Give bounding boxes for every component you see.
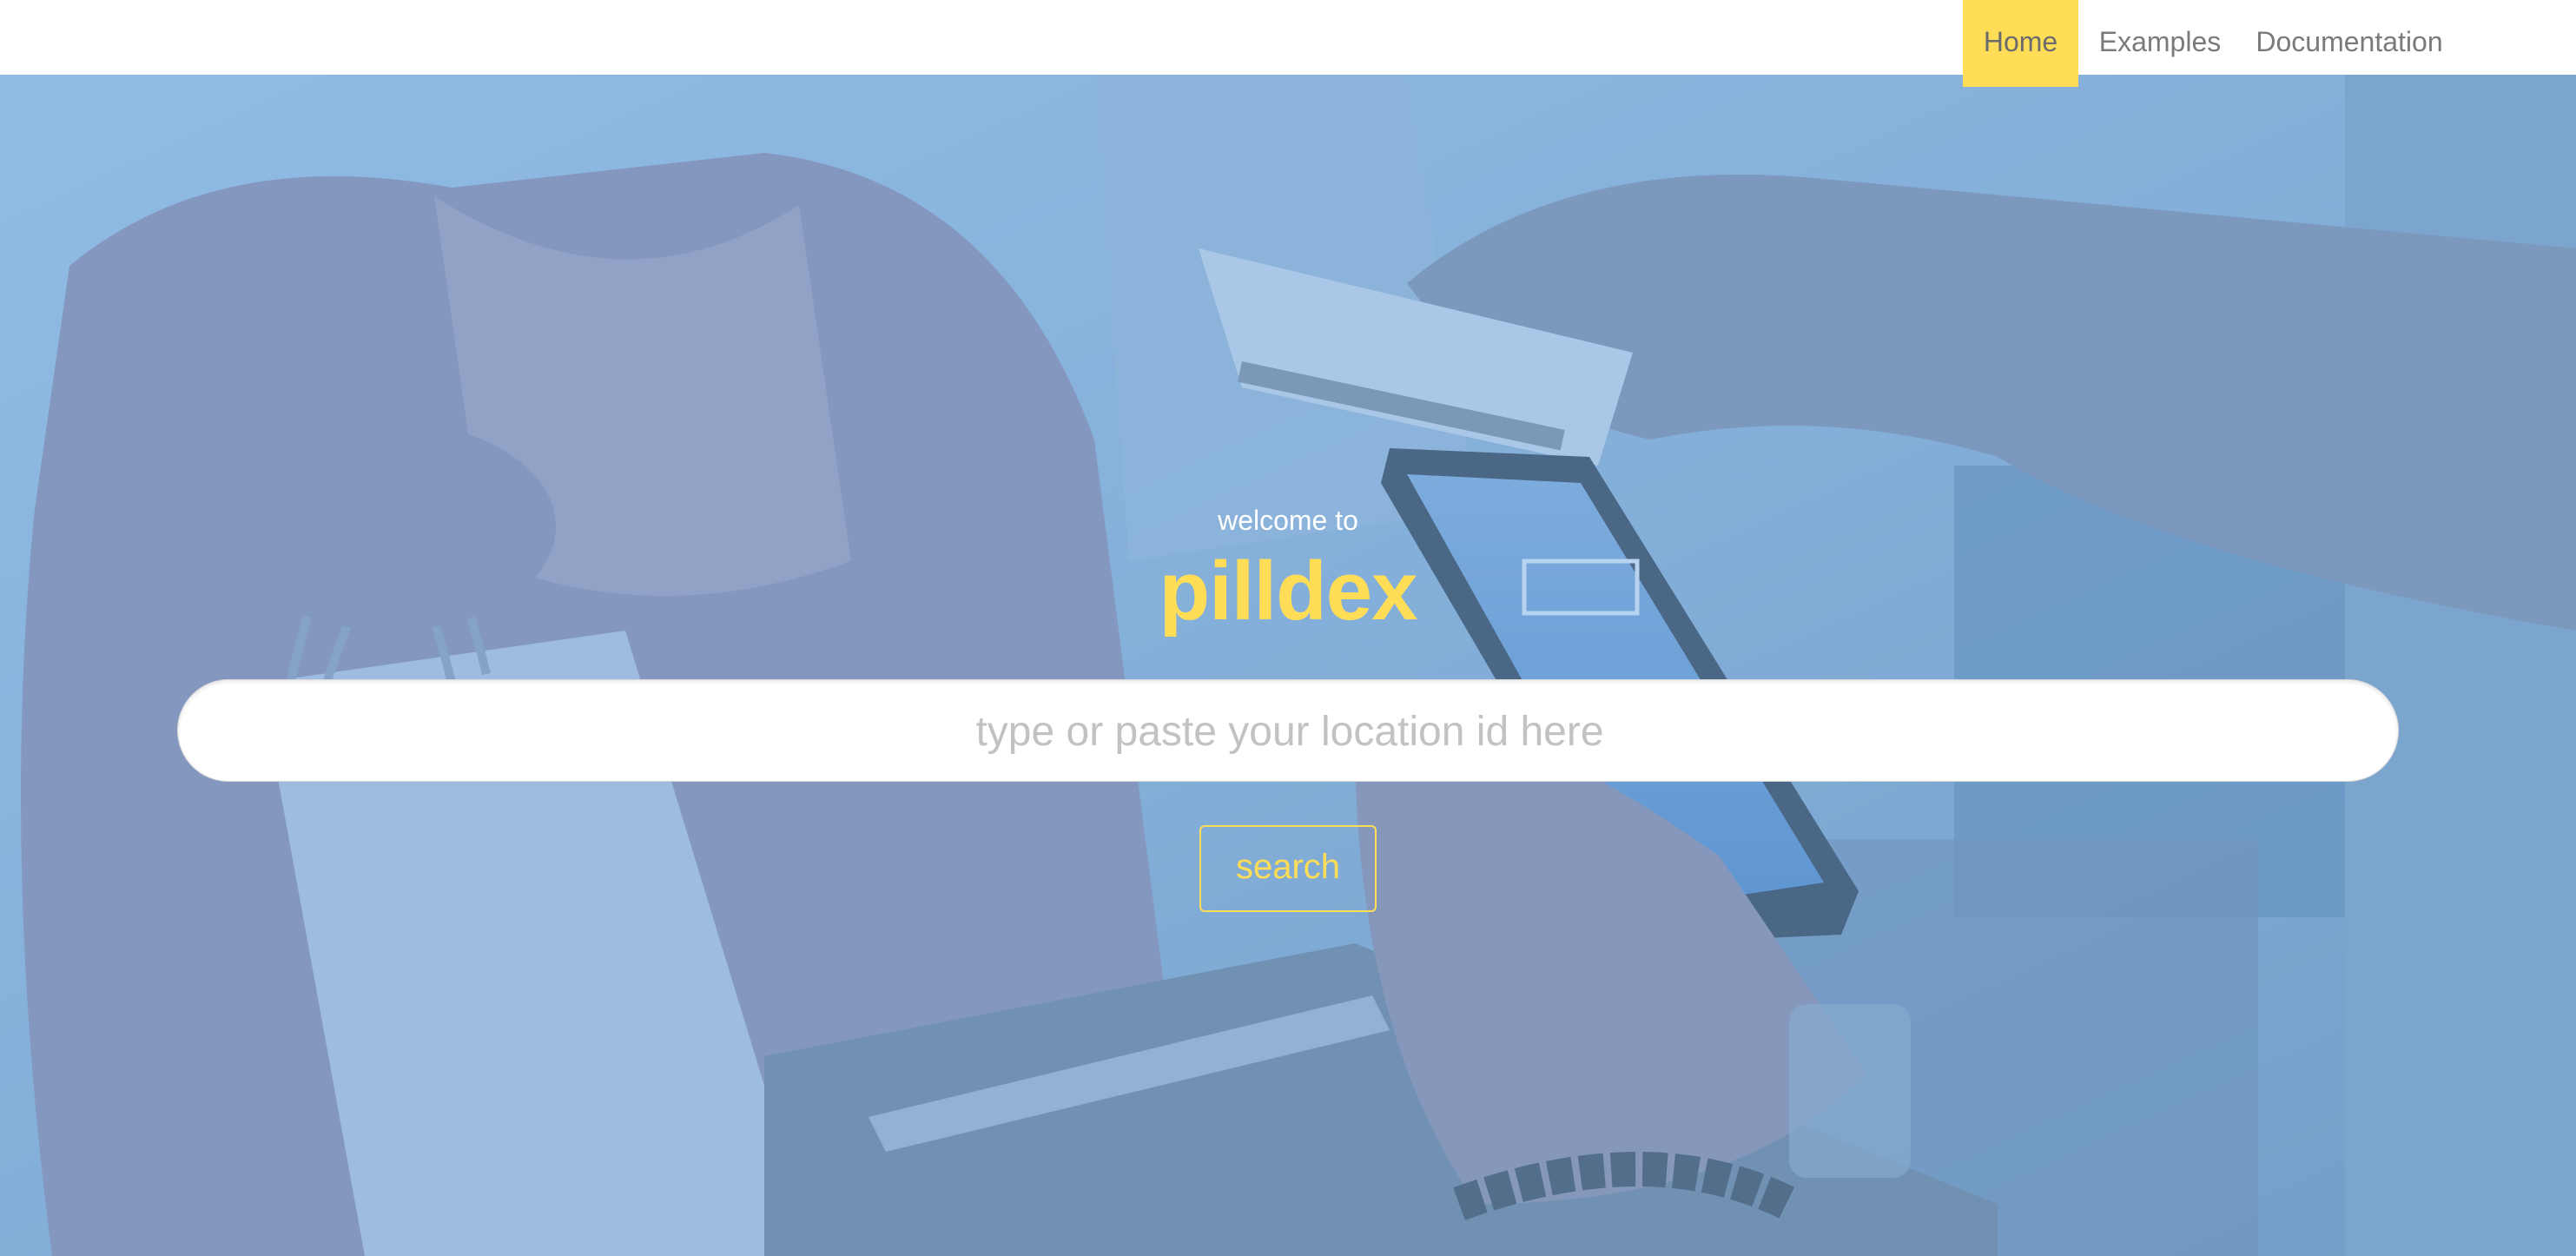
brand-title: pilldex <box>1159 545 1417 638</box>
nav-link-documentation[interactable]: Documentation <box>2242 0 2457 87</box>
hero-content: welcome to pilldex search <box>0 75 2576 1256</box>
search-field <box>177 679 2401 783</box>
nav-links: Home Examples Documentation <box>1963 0 2457 87</box>
page: Home Examples Documentation welcome to p… <box>0 0 2576 1256</box>
top-navbar: Home Examples Documentation <box>0 0 2576 87</box>
search-button[interactable]: search <box>1199 825 1377 912</box>
nav-link-home[interactable]: Home <box>1963 0 2078 87</box>
welcome-text: welcome to <box>1218 505 1358 536</box>
location-id-input[interactable] <box>178 680 2401 783</box>
hero-section: welcome to pilldex search <box>0 75 2576 1256</box>
nav-link-examples[interactable]: Examples <box>2078 0 2242 87</box>
